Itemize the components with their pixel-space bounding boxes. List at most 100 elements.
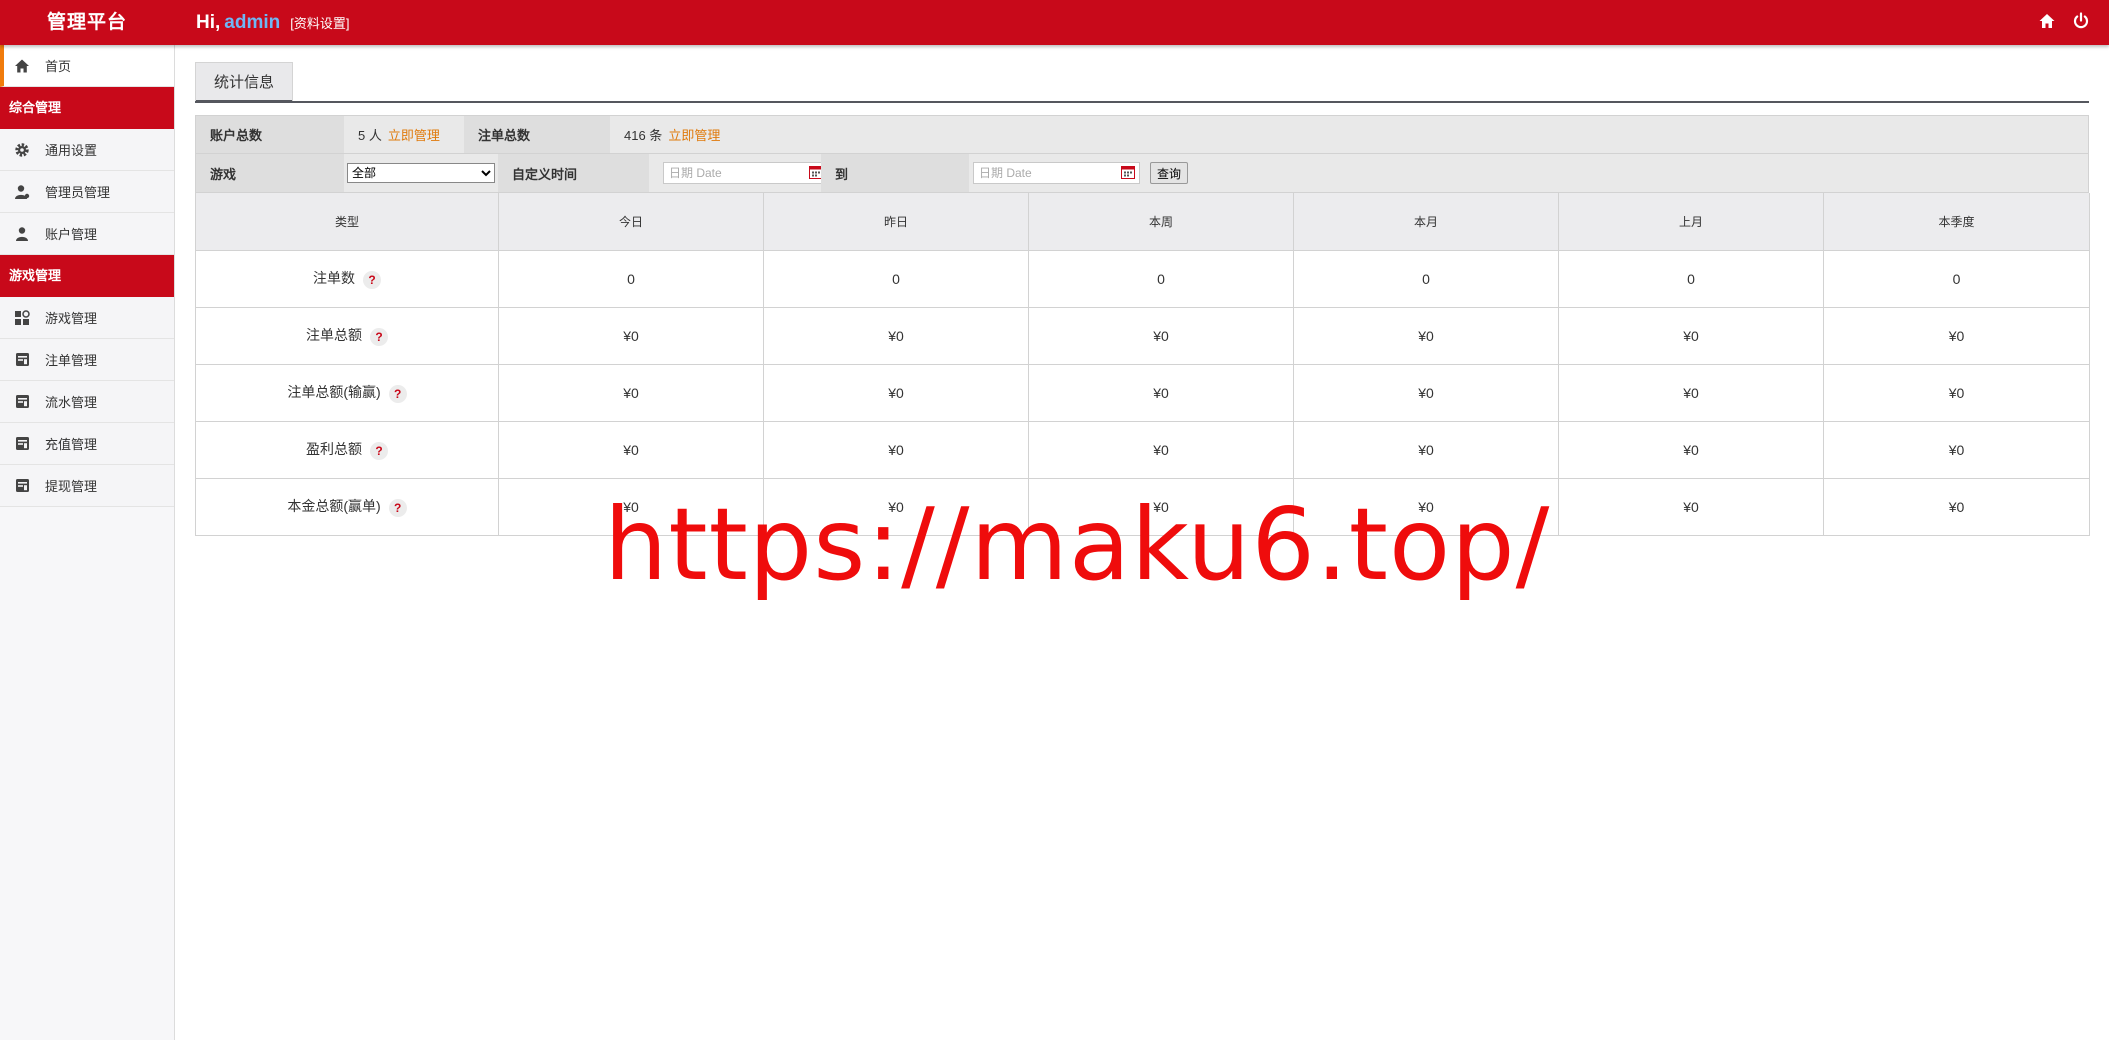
column-header-yesterday: 昨日 bbox=[763, 193, 1029, 251]
ledger-icon bbox=[12, 476, 32, 496]
accounts-total-label: 账户总数 bbox=[196, 116, 344, 153]
sidebar-group-general: 综合管理 bbox=[0, 87, 174, 129]
help-icon[interactable]: ? bbox=[370, 441, 388, 460]
admin-user-icon bbox=[12, 182, 32, 202]
column-header-this-month: 本月 bbox=[1293, 193, 1559, 251]
table-cell: ¥0 bbox=[1558, 420, 1824, 479]
custom-time-label: 自定义时间 bbox=[498, 154, 649, 192]
sidebar-item-label: 管理员管理 bbox=[45, 185, 111, 200]
row-type-cell: 注单数? bbox=[195, 249, 499, 308]
help-icon[interactable]: ? bbox=[370, 327, 388, 346]
sidebar-item-label: 充值管理 bbox=[45, 437, 98, 452]
bets-total-label: 注单总数 bbox=[464, 116, 610, 153]
table-row: 注单数? 0 0 0 0 0 0 bbox=[195, 249, 2090, 308]
sidebar-item-admin-management[interactable]: 管理员管理 bbox=[0, 171, 174, 213]
sidebar-item-bet-management[interactable]: 注单管理 bbox=[0, 339, 174, 381]
table-cell: 0 bbox=[498, 249, 764, 308]
sidebar-item-label: 通用设置 bbox=[45, 143, 98, 158]
username-link[interactable]: admin bbox=[224, 12, 280, 33]
sidebar-item-label: 提现管理 bbox=[45, 479, 98, 494]
table-cell: ¥0 bbox=[763, 306, 1029, 365]
tab-statistics[interactable]: 统计信息 bbox=[195, 62, 294, 103]
end-date-field[interactable] bbox=[973, 162, 1140, 184]
row-type-cell: 注单总额(输赢)? bbox=[195, 363, 499, 422]
row-type-label: 注单总额(输赢) bbox=[287, 384, 381, 401]
header-actions bbox=[2037, 11, 2091, 31]
table-row: 注单总额? ¥0 ¥0 ¥0 ¥0 ¥0 ¥0 bbox=[195, 306, 2090, 365]
main-content: 统计信息 账户总数 5 人 立即管理 注单总数 416 条 立即管理 游戏 全部… bbox=[195, 62, 2090, 536]
sidebar-group-game: 游戏管理 bbox=[0, 255, 174, 297]
sidebar-item-label: 首页 bbox=[45, 59, 72, 74]
start-date-input[interactable] bbox=[669, 166, 809, 180]
bets-total-value: 416 条 bbox=[624, 128, 663, 143]
table-cell: ¥0 bbox=[763, 420, 1029, 479]
table-cell: 0 bbox=[1558, 249, 1824, 308]
table-cell: ¥0 bbox=[1028, 306, 1294, 365]
greeting-text: Hi, bbox=[196, 12, 221, 33]
sidebar-item-withdraw-management[interactable]: 提现管理 bbox=[0, 465, 174, 507]
help-icon[interactable]: ? bbox=[388, 498, 407, 517]
profile-settings-link[interactable]: [资料设置] bbox=[290, 16, 349, 31]
top-bar: 管理平台 Hi, admin [资料设置] bbox=[0, 0, 2109, 45]
row-type-cell: 注单总额? bbox=[195, 306, 499, 365]
accounts-total-value: 5 人 bbox=[358, 128, 382, 143]
accounts-manage-link[interactable]: 立即管理 bbox=[388, 125, 440, 144]
start-date-cell bbox=[649, 154, 828, 192]
sidebar-item-game-management[interactable]: 游戏管理 bbox=[0, 297, 174, 339]
column-header-today: 今日 bbox=[498, 193, 764, 251]
tab-bar: 统计信息 bbox=[195, 62, 2089, 103]
bets-total-cell: 416 条 立即管理 bbox=[610, 116, 2088, 153]
calendar-icon[interactable] bbox=[1121, 165, 1135, 182]
ledger-icon bbox=[12, 392, 32, 412]
summary-row: 账户总数 5 人 立即管理 注单总数 416 条 立即管理 bbox=[196, 116, 2088, 154]
sidebar-item-account-management[interactable]: 账户管理 bbox=[0, 213, 174, 255]
column-header-last-month: 上月 bbox=[1558, 193, 1824, 251]
table-cell: ¥0 bbox=[1558, 477, 1824, 536]
sidebar-item-label: 流水管理 bbox=[45, 395, 98, 410]
table-cell: ¥0 bbox=[1823, 363, 2090, 422]
game-select[interactable]: 全部 bbox=[347, 163, 495, 183]
table-cell: 0 bbox=[1823, 249, 2090, 308]
table-cell: ¥0 bbox=[1028, 420, 1294, 479]
row-type-label: 注单总额 bbox=[306, 327, 362, 344]
sidebar-item-transaction-management[interactable]: 流水管理 bbox=[0, 381, 174, 423]
sidebar-item-label: 注单管理 bbox=[45, 353, 98, 368]
grid-icon bbox=[12, 308, 32, 328]
game-filter-cell: 全部 bbox=[344, 154, 498, 192]
gear-icon bbox=[12, 140, 32, 160]
table-cell: ¥0 bbox=[763, 363, 1029, 422]
start-date-field[interactable] bbox=[663, 162, 828, 184]
bets-manage-link[interactable]: 立即管理 bbox=[668, 125, 720, 144]
help-icon[interactable]: ? bbox=[388, 384, 407, 403]
watermark-url: https://maku6.top/ bbox=[604, 486, 1551, 603]
row-type-cell: 本金总额(赢单)? bbox=[195, 477, 499, 536]
filter-row: 游戏 全部 自定义时间 到 bbox=[196, 154, 2088, 192]
row-type-cell: 盈利总额? bbox=[195, 420, 499, 479]
sidebar: 首页 综合管理 通用设置 管理员管理 账户管理 游戏管理 游戏管理 注单管理 流… bbox=[0, 45, 175, 1040]
table-cell: ¥0 bbox=[1823, 306, 2090, 365]
help-icon[interactable]: ? bbox=[363, 270, 381, 289]
sidebar-item-recharge-management[interactable]: 充值管理 bbox=[0, 423, 174, 465]
sidebar-item-general-settings[interactable]: 通用设置 bbox=[0, 129, 174, 171]
end-date-cell: 查询 bbox=[969, 154, 2088, 192]
home-icon bbox=[12, 56, 32, 76]
power-icon[interactable] bbox=[2071, 11, 2091, 31]
table-row: 盈利总额? ¥0 ¥0 ¥0 ¥0 ¥0 ¥0 bbox=[195, 420, 2090, 479]
sidebar-item-home[interactable]: 首页 bbox=[0, 45, 174, 87]
table-cell: ¥0 bbox=[1558, 363, 1824, 422]
user-icon bbox=[12, 224, 32, 244]
table-cell: ¥0 bbox=[498, 306, 764, 365]
greeting: Hi, admin [资料设置] bbox=[196, 0, 349, 45]
table-header-row: 类型 今日 昨日 本周 本月 上月 本季度 bbox=[195, 193, 2090, 251]
query-button[interactable]: 查询 bbox=[1150, 162, 1189, 184]
sidebar-item-label: 游戏管理 bbox=[45, 311, 98, 326]
table-cell: ¥0 bbox=[1823, 477, 2090, 536]
table-cell: ¥0 bbox=[1823, 420, 2090, 479]
to-label: 到 bbox=[821, 154, 969, 192]
home-icon[interactable] bbox=[2037, 11, 2057, 31]
table-cell: 0 bbox=[1293, 249, 1559, 308]
table-cell: ¥0 bbox=[1293, 363, 1559, 422]
game-filter-label: 游戏 bbox=[196, 154, 344, 192]
end-date-input[interactable] bbox=[979, 166, 1119, 180]
ledger-icon bbox=[12, 434, 32, 454]
